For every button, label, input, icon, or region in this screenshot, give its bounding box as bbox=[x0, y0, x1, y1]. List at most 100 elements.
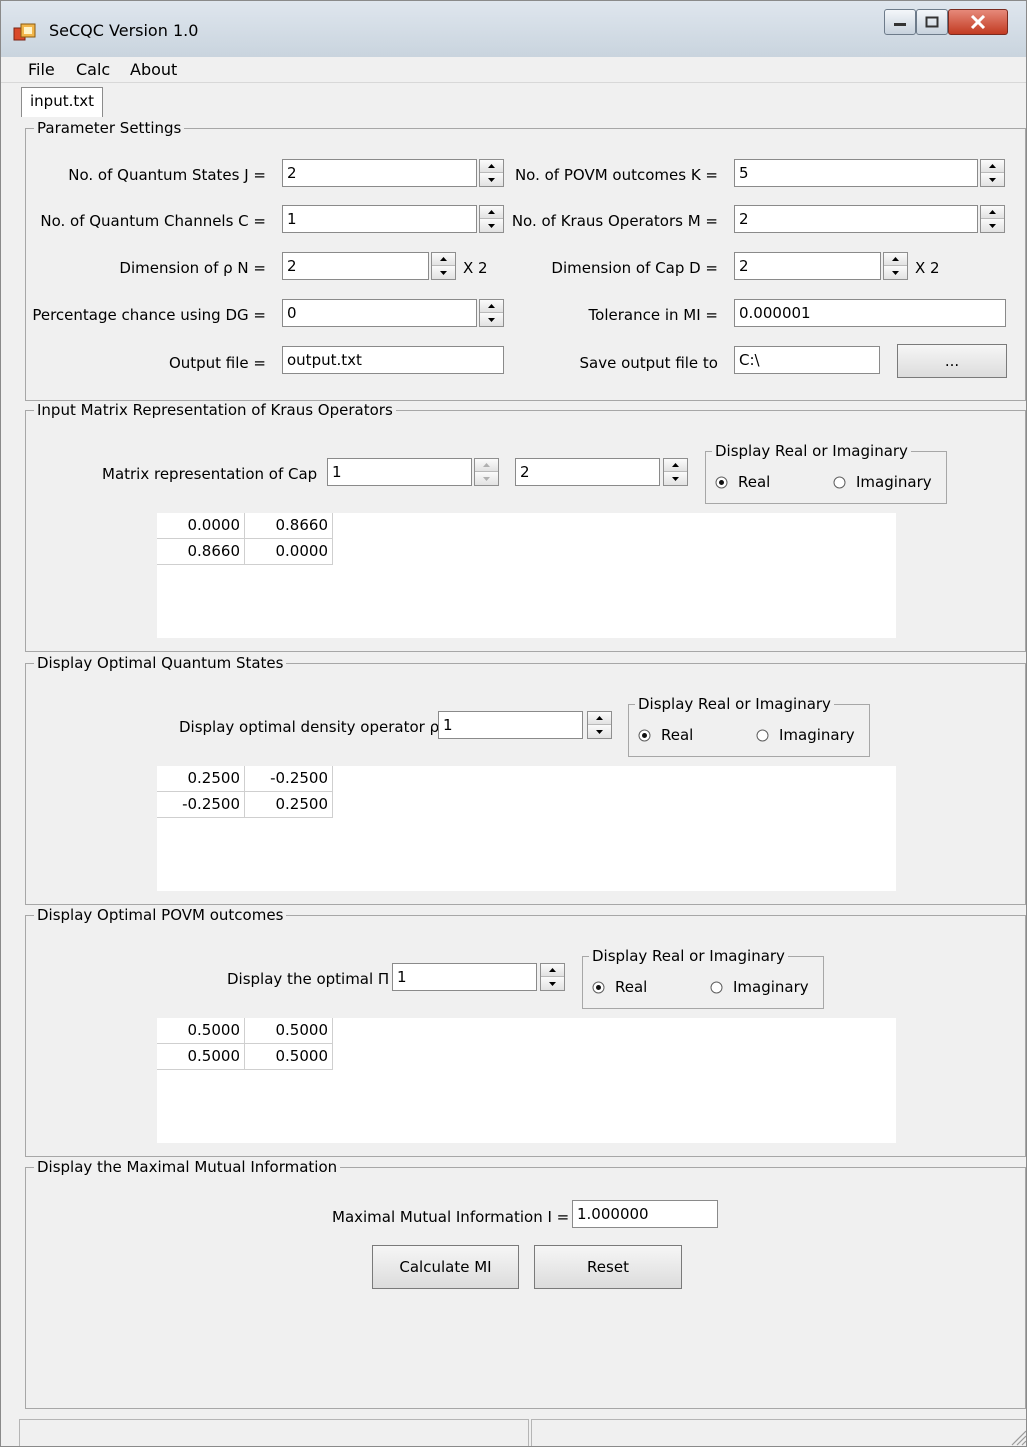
matrix-cell[interactable]: -0.2500 bbox=[245, 766, 333, 792]
matrix-cell[interactable]: 0.0000 bbox=[245, 539, 333, 565]
radio-selected-icon bbox=[592, 981, 605, 993]
output-file-label: Output file = bbox=[168, 354, 266, 372]
matrix-cell[interactable]: 0.8660 bbox=[245, 513, 333, 539]
dg-label: Percentage chance using DG = bbox=[32, 306, 266, 324]
radio-real-label: Real bbox=[615, 978, 648, 996]
app-icon bbox=[13, 23, 36, 41]
radio-unselected-icon bbox=[833, 476, 846, 488]
states-input[interactable]: 2 bbox=[282, 159, 477, 187]
group-title: Display the Maximal Mutual Information bbox=[34, 1158, 341, 1176]
menu-calc[interactable]: Calc bbox=[76, 60, 110, 79]
save-path-label: Save output file to bbox=[579, 354, 718, 372]
dim-rho-input[interactable]: 2 bbox=[282, 252, 429, 280]
calculate-mi-button[interactable]: Calculate MI bbox=[372, 1245, 519, 1289]
matrix-rep-label: Matrix representation of Cap bbox=[102, 465, 318, 483]
matrix-cell[interactable]: 0.5000 bbox=[245, 1044, 333, 1070]
spin-up-icon[interactable] bbox=[884, 253, 907, 266]
spin-down-icon[interactable] bbox=[475, 472, 498, 485]
kraus-matrix-grid[interactable]: 0.0000 0.8660 0.8660 0.0000 bbox=[157, 513, 896, 638]
density-index-input[interactable]: 1 bbox=[438, 711, 583, 739]
minimize-button[interactable] bbox=[884, 9, 916, 35]
matrix-cell[interactable]: 0.5000 bbox=[157, 1018, 245, 1044]
menu-about[interactable]: About bbox=[130, 60, 177, 79]
dim-rho-spinner[interactable] bbox=[431, 252, 456, 280]
kraus-index2-input[interactable]: 2 bbox=[515, 458, 660, 486]
dim-cap-label: Dimension of Cap D = bbox=[551, 259, 718, 277]
povm-input[interactable]: 5 bbox=[734, 159, 978, 187]
radio-imaginary[interactable]: Imaginary bbox=[756, 726, 855, 744]
dim-cap-input[interactable]: 2 bbox=[734, 252, 881, 280]
matrix-cell[interactable]: 0.5000 bbox=[245, 1018, 333, 1044]
tab-input-file[interactable]: input.txt bbox=[21, 87, 103, 117]
menu-bar: File Calc About bbox=[1, 57, 1026, 83]
povm-matrix-grid[interactable]: 0.5000 0.5000 0.5000 0.5000 bbox=[157, 1018, 896, 1143]
save-path-input[interactable]: C:\ bbox=[734, 346, 880, 374]
dim-cap-suffix: X 2 bbox=[915, 259, 940, 277]
dim-cap-spinner[interactable] bbox=[883, 252, 908, 280]
spin-up-icon[interactable] bbox=[981, 160, 1004, 173]
spin-up-icon[interactable] bbox=[541, 964, 564, 977]
radio-imaginary-label: Imaginary bbox=[779, 726, 855, 744]
radio-real-label: Real bbox=[661, 726, 694, 744]
output-file-input[interactable]: output.txt bbox=[282, 346, 504, 374]
radio-unselected-icon bbox=[710, 981, 723, 993]
radio-imaginary[interactable]: Imaginary bbox=[833, 473, 932, 491]
spin-down-icon[interactable] bbox=[981, 219, 1004, 232]
group-title: Parameter Settings bbox=[34, 119, 185, 137]
kraus-operators-group: Input Matrix Representation of Kraus Ope… bbox=[25, 401, 1026, 652]
kraus-label: No. of Kraus Operators M = bbox=[511, 212, 718, 230]
spin-down-icon[interactable] bbox=[664, 472, 687, 485]
povm-index-spinner[interactable] bbox=[540, 963, 565, 991]
radio-real[interactable]: Real bbox=[592, 978, 647, 996]
dg-input[interactable]: 0 bbox=[282, 299, 477, 327]
spin-down-icon[interactable] bbox=[981, 173, 1004, 186]
dim-rho-suffix: X 2 bbox=[463, 259, 488, 277]
radio-real[interactable]: Real bbox=[715, 473, 770, 491]
spin-up-icon[interactable] bbox=[981, 206, 1004, 219]
spin-up-icon[interactable] bbox=[432, 253, 455, 266]
display-mode-box: Display Real or Imaginary Real Imaginary bbox=[628, 695, 870, 757]
matrix-cell[interactable]: 0.0000 bbox=[157, 513, 245, 539]
matrix-cell[interactable]: 0.2500 bbox=[157, 766, 245, 792]
radio-unselected-icon bbox=[756, 729, 769, 741]
density-index-spinner[interactable] bbox=[587, 711, 612, 739]
parameter-settings-group: Parameter Settings No. of Quantum States… bbox=[25, 119, 1026, 401]
status-panel-left bbox=[19, 1419, 529, 1446]
channels-input[interactable]: 1 bbox=[282, 205, 477, 233]
menu-file[interactable]: File bbox=[28, 60, 55, 79]
display-mode-title: Display Real or Imaginary bbox=[635, 695, 834, 713]
tolerance-input[interactable]: 0.000001 bbox=[734, 299, 1006, 327]
mi-value-field[interactable]: 1.000000 bbox=[572, 1200, 718, 1228]
matrix-cell[interactable]: 0.8660 bbox=[157, 539, 245, 565]
kraus-index2-spinner[interactable] bbox=[663, 458, 688, 486]
spin-down-icon[interactable] bbox=[588, 725, 611, 738]
kraus-index1-spinner[interactable] bbox=[474, 458, 499, 486]
radio-imaginary[interactable]: Imaginary bbox=[710, 978, 809, 996]
kraus-spinner[interactable] bbox=[980, 205, 1005, 233]
spin-up-icon[interactable] bbox=[588, 712, 611, 725]
matrix-cell[interactable]: -0.2500 bbox=[157, 792, 245, 818]
close-button[interactable] bbox=[948, 9, 1008, 35]
display-mode-title: Display Real or Imaginary bbox=[589, 947, 788, 965]
maximize-button[interactable] bbox=[916, 9, 948, 35]
povm-spinner[interactable] bbox=[980, 159, 1005, 187]
radio-real[interactable]: Real bbox=[638, 726, 693, 744]
kraus-input[interactable]: 2 bbox=[734, 205, 978, 233]
matrix-cell[interactable]: 0.5000 bbox=[157, 1044, 245, 1070]
reset-button[interactable]: Reset bbox=[534, 1245, 682, 1289]
spin-down-icon[interactable] bbox=[884, 266, 907, 279]
kraus-index1-input[interactable]: 1 bbox=[327, 458, 472, 486]
spin-up-icon[interactable] bbox=[664, 459, 687, 472]
browse-button[interactable]: ... bbox=[897, 344, 1007, 378]
resize-grip-icon[interactable] bbox=[1009, 1428, 1027, 1446]
spin-down-icon[interactable] bbox=[541, 977, 564, 990]
states-matrix-grid[interactable]: 0.2500 -0.2500 -0.2500 0.2500 bbox=[157, 766, 896, 891]
window-title: SeCQC Version 1.0 bbox=[49, 21, 199, 40]
radio-selected-icon bbox=[715, 476, 728, 488]
spin-up-icon[interactable] bbox=[475, 459, 498, 472]
spin-down-icon[interactable] bbox=[432, 266, 455, 279]
app-window: SeCQC Version 1.0 File Calc About input.… bbox=[0, 0, 1027, 1447]
povm-index-input[interactable]: 1 bbox=[392, 963, 537, 991]
matrix-cell[interactable]: 0.2500 bbox=[245, 792, 333, 818]
povm-label: No. of POVM outcomes K = bbox=[514, 166, 718, 184]
